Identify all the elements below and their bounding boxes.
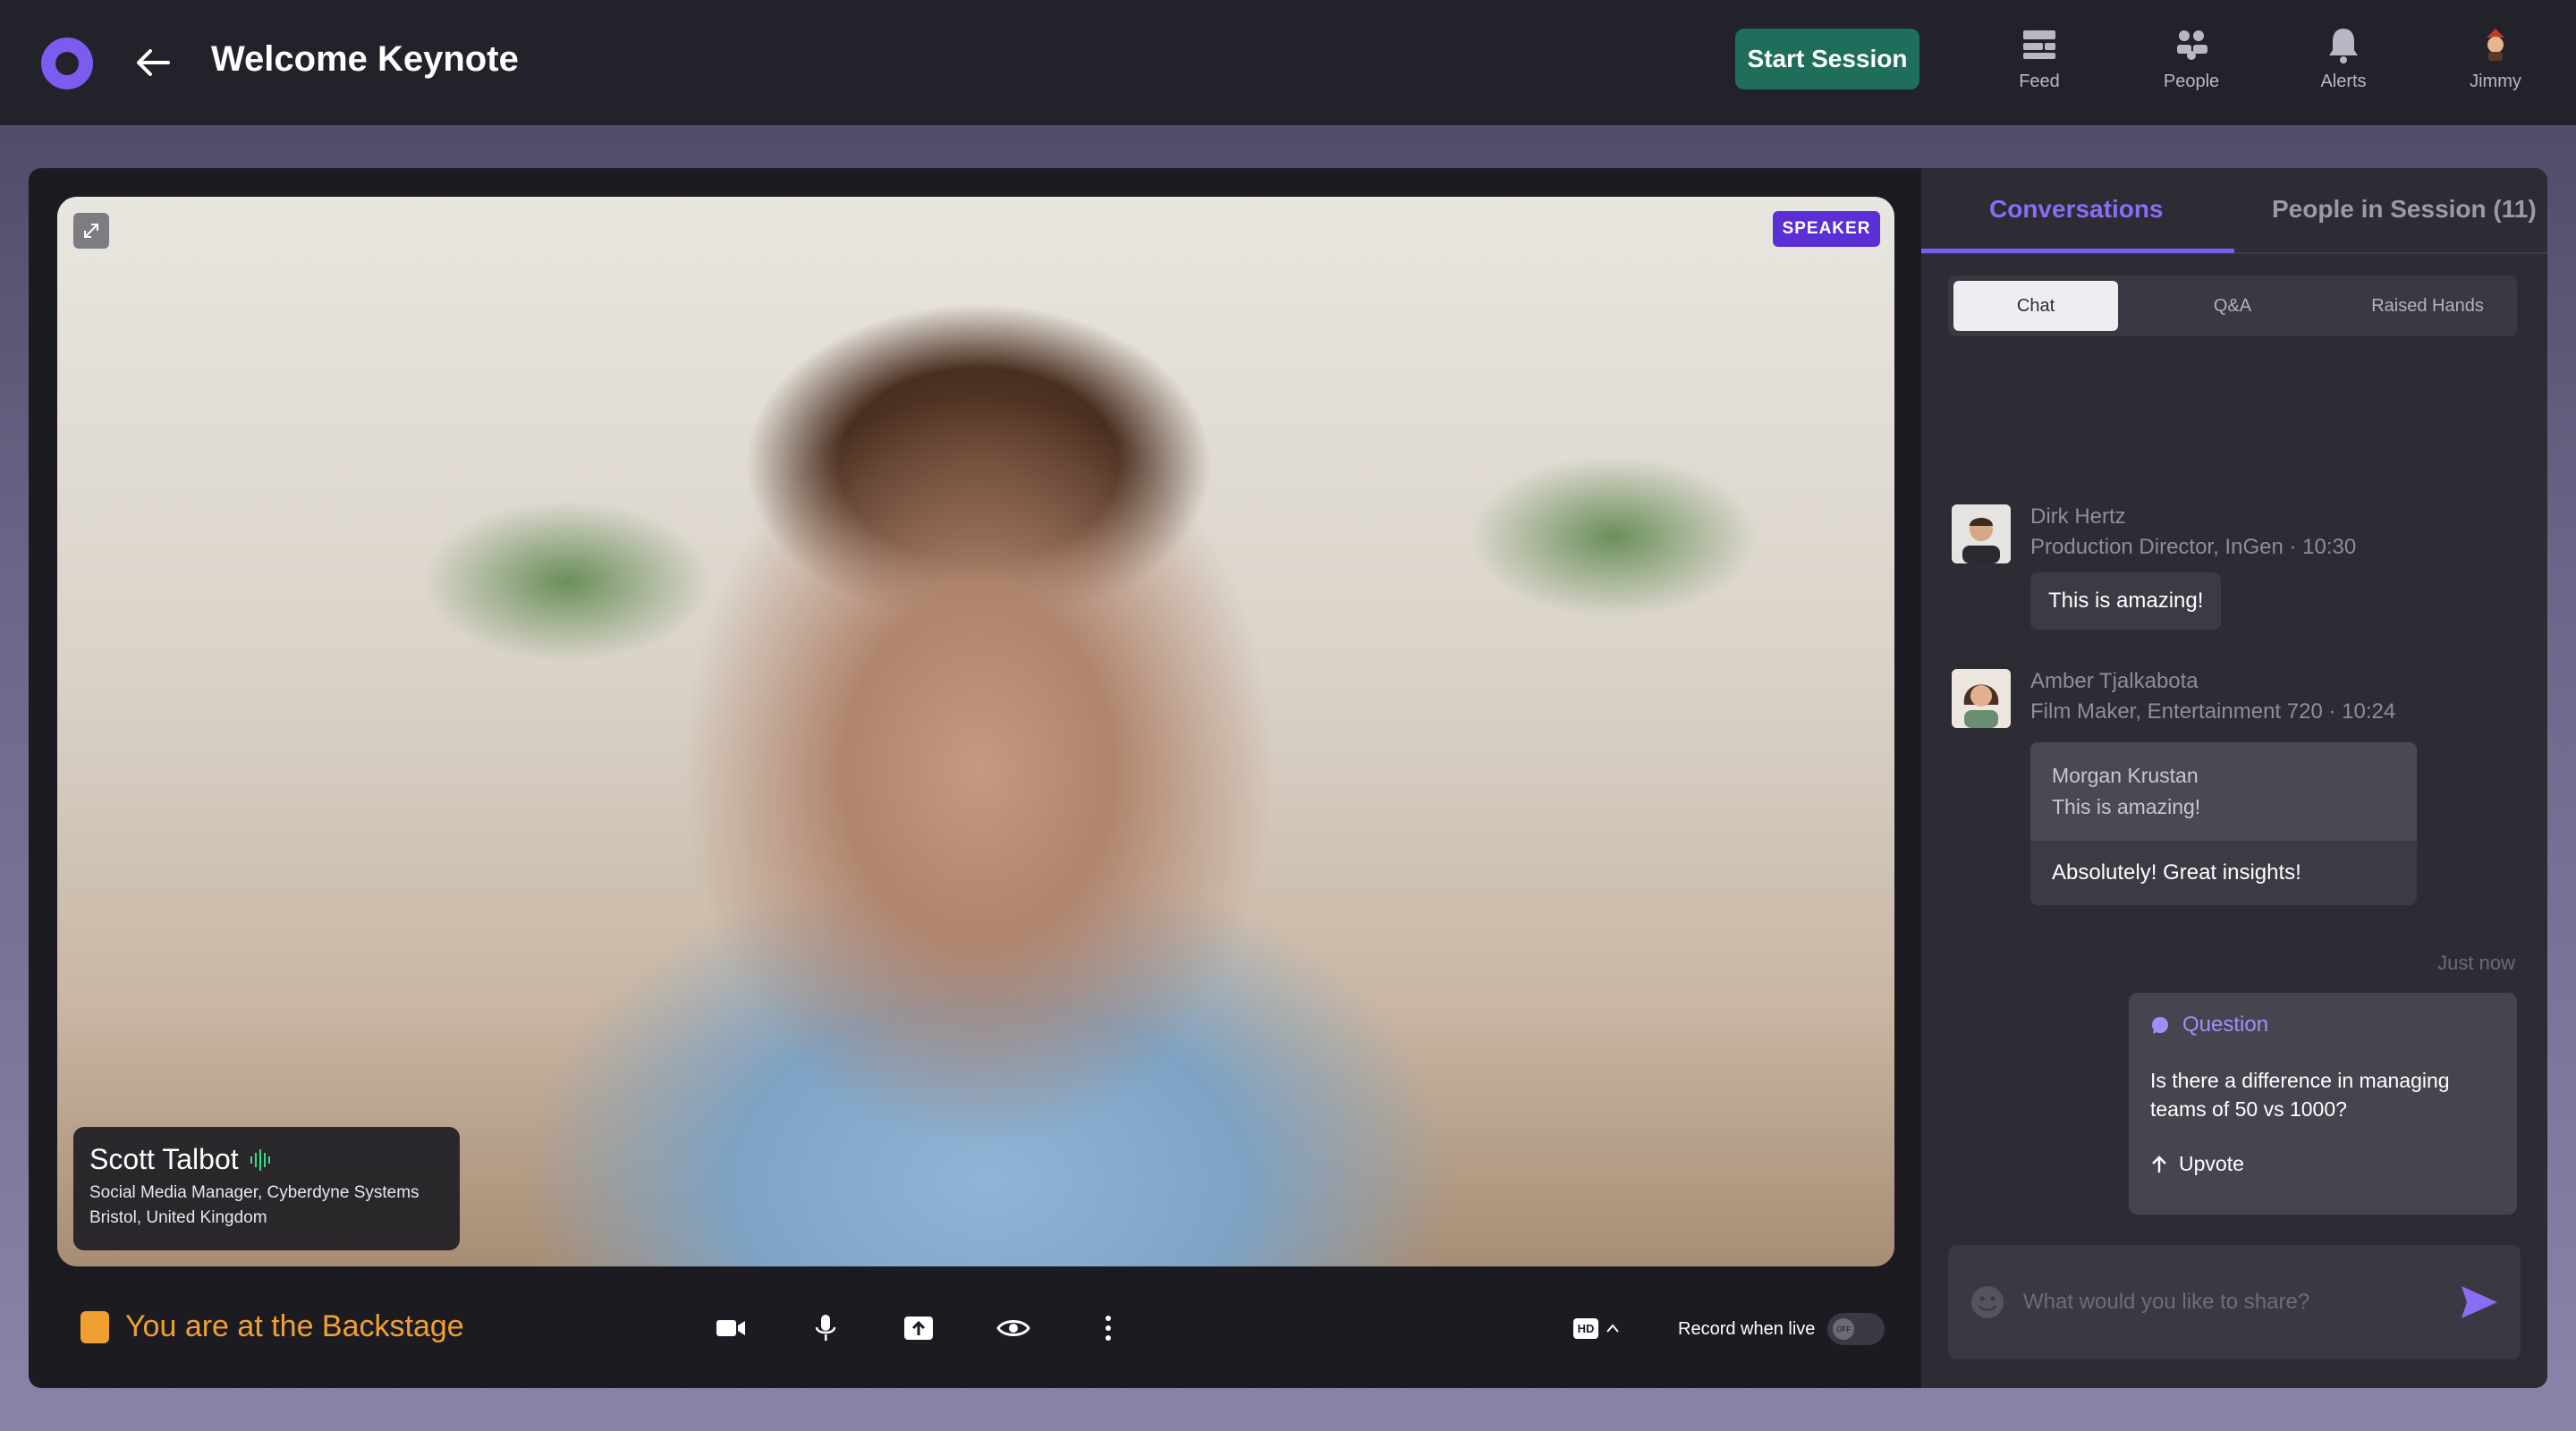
avatar[interactable] bbox=[1952, 504, 2011, 563]
message-bubble: This is amazing! bbox=[2030, 572, 2222, 630]
question-label: Question bbox=[2182, 1012, 2269, 1037]
people-icon bbox=[2177, 30, 2207, 60]
preview-button[interactable] bbox=[987, 1302, 1039, 1354]
conversation-subtabs: Chat Q&A Raised Hands bbox=[1948, 275, 2517, 336]
tab-people-in-session[interactable]: People in Session (11) bbox=[2272, 195, 2537, 224]
avatar[interactable] bbox=[1952, 669, 2011, 728]
start-session-button[interactable]: Start Session bbox=[1735, 29, 1919, 89]
arrow-up-icon bbox=[2152, 1155, 2166, 1173]
upvote-label: Upvote bbox=[2179, 1152, 2244, 1175]
audio-level-icon bbox=[250, 1148, 270, 1171]
record-toggle[interactable]: OFF bbox=[1827, 1313, 1885, 1345]
speaker-role: Social Media Manager, Cyberdyne Systems bbox=[89, 1183, 419, 1202]
share-screen-button[interactable] bbox=[893, 1302, 945, 1354]
record-toggle-state: OFF bbox=[1833, 1318, 1855, 1340]
camera-icon bbox=[716, 1320, 745, 1336]
feed-icon bbox=[2023, 30, 2055, 59]
message-composer bbox=[1948, 1245, 2521, 1359]
send-icon[interactable] bbox=[2460, 1284, 2499, 1320]
chat-message: Dirk Hertz Production Director, InGen · … bbox=[1952, 504, 2506, 639]
subtab-chat[interactable]: Chat bbox=[1953, 281, 2118, 331]
question-card: Question Is there a difference in managi… bbox=[2129, 993, 2517, 1215]
quoted-message: Morgan Krustan This is amazing! bbox=[2030, 742, 2417, 841]
reply-message: Morgan Krustan This is amazing! Absolute… bbox=[2030, 742, 2417, 905]
share-screen-icon bbox=[904, 1317, 933, 1340]
speaker-name-card: Scott Talbot Social Media Manager, Cyber… bbox=[73, 1127, 460, 1250]
timestamp: Just now bbox=[2437, 952, 2515, 974]
emoji-icon[interactable] bbox=[1970, 1284, 2005, 1320]
message-meta: Production Director, InGen · 10:30 bbox=[2030, 535, 2357, 559]
record-when-live: Record when live OFF bbox=[1669, 1304, 1919, 1354]
conversation-panel: Conversations People in Session (11) Cha… bbox=[1921, 168, 2547, 1388]
speaker-location: Bristol, United Kingdom bbox=[89, 1208, 267, 1227]
nav-feed[interactable]: Feed bbox=[1986, 25, 2093, 106]
back-arrow-icon[interactable] bbox=[132, 43, 174, 82]
reply-text: Absolutely! Great insights! bbox=[2052, 860, 2301, 885]
chevron-up-icon bbox=[1606, 1324, 1620, 1333]
message-author: Dirk Hertz bbox=[2030, 504, 2126, 529]
camera-button[interactable] bbox=[705, 1302, 757, 1354]
eye-icon bbox=[996, 1320, 1030, 1336]
microphone-button[interactable] bbox=[800, 1302, 852, 1354]
message-author: Amber Tjalkabota bbox=[2030, 669, 2199, 693]
nav-alerts[interactable]: Alerts bbox=[2290, 25, 2397, 106]
message-input[interactable] bbox=[2023, 1290, 2460, 1315]
page-title: Welcome Keynote bbox=[211, 39, 519, 79]
subtab-qa[interactable]: Q&A bbox=[2150, 281, 2315, 331]
microphone-icon bbox=[815, 1315, 836, 1341]
expand-icon bbox=[84, 224, 98, 238]
hd-badge: HD bbox=[1572, 1317, 1599, 1339]
nav-profile-label: Jimmy bbox=[2470, 72, 2521, 91]
record-label: Record when live bbox=[1678, 1318, 1816, 1339]
user-avatar bbox=[2487, 29, 2504, 61]
speaker-name: Scott Talbot bbox=[89, 1143, 239, 1175]
quality-selector[interactable]: HD bbox=[1558, 1306, 1635, 1351]
more-vertical-icon bbox=[1106, 1316, 1111, 1341]
backstage-text: You are at the Backstage bbox=[125, 1309, 464, 1343]
nav-people[interactable]: People bbox=[2138, 25, 2245, 106]
subtab-raised-hands[interactable]: Raised Hands bbox=[2345, 281, 2510, 331]
speaker-badge: SPEAKER bbox=[1773, 211, 1880, 247]
nav-alerts-label: Alerts bbox=[2320, 72, 2367, 91]
message-meta: Film Maker, Entertainment 720 · 10:24 bbox=[2030, 699, 2396, 724]
upvote-button[interactable]: Upvote bbox=[2150, 1152, 2496, 1176]
backstage-icon bbox=[80, 1310, 109, 1343]
nav-feed-label: Feed bbox=[2019, 72, 2060, 91]
speaker-video[interactable]: SPEAKER Scott Talbot Social Media Manage… bbox=[57, 197, 1894, 1266]
app-logo[interactable] bbox=[41, 38, 93, 89]
top-bar: Welcome Keynote Start Session Feed Peopl… bbox=[0, 0, 2576, 125]
backstage-status: You are at the Backstage bbox=[80, 1309, 464, 1344]
active-tab-indicator bbox=[1921, 249, 2234, 253]
session-stage: SPEAKER Scott Talbot Social Media Manage… bbox=[29, 168, 2547, 1388]
panel-tabs: Conversations People in Session (11) bbox=[1921, 168, 2547, 254]
nav-people-label: People bbox=[2163, 72, 2220, 91]
expand-button[interactable] bbox=[73, 213, 109, 249]
quoted-author: Morgan Krustan bbox=[2052, 764, 2199, 787]
quoted-text: This is amazing! bbox=[2052, 795, 2201, 818]
bell-icon bbox=[2329, 29, 2358, 64]
tab-conversations[interactable]: Conversations bbox=[1989, 195, 2164, 224]
nav-profile[interactable]: Jimmy bbox=[2442, 25, 2549, 106]
more-options-button[interactable] bbox=[1082, 1302, 1134, 1354]
question-icon bbox=[2152, 1017, 2168, 1034]
question-text: Is there a difference in managing teams … bbox=[2150, 1069, 2450, 1121]
chat-message: Amber Tjalkabota Film Maker, Entertainme… bbox=[1952, 669, 2506, 919]
